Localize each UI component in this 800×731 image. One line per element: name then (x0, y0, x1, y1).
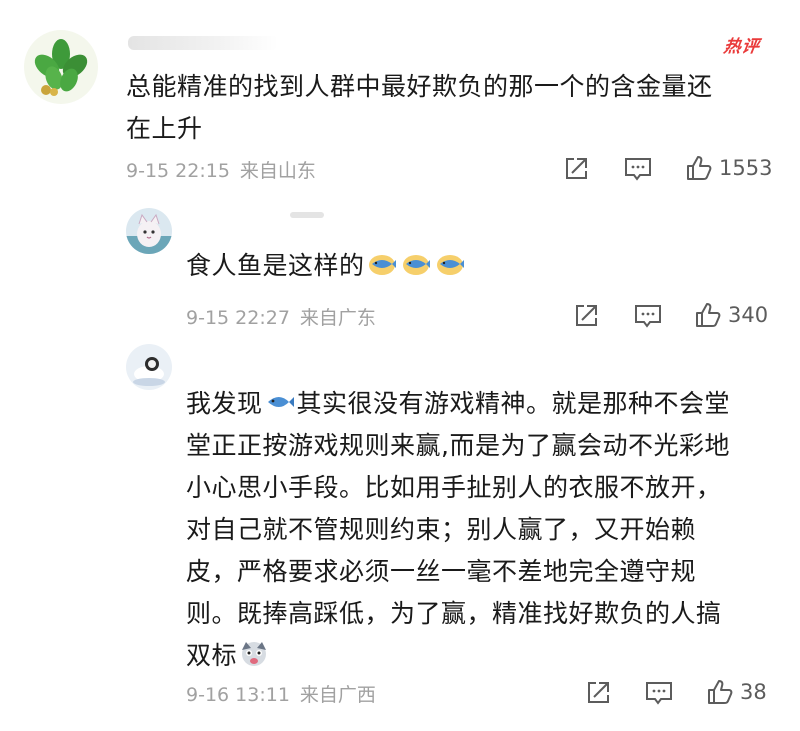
like-count: 340 (728, 303, 769, 327)
comment-meta: 9-15 22:27 来自广东 (186, 303, 386, 330)
comment-date: 9-15 22:27 (186, 307, 290, 329)
share-button[interactable] (584, 679, 612, 707)
comment-date: 9-16 13:11 (186, 684, 290, 706)
share-icon (566, 158, 587, 179)
user-avatar-leaf[interactable] (24, 30, 98, 104)
reply-button[interactable] (645, 679, 673, 707)
reply-button[interactable] (624, 155, 652, 183)
comment-icon (635, 305, 661, 328)
comment-text: 食人鱼是这样的 (186, 245, 467, 287)
praying-hands-fish-emoji (433, 251, 467, 280)
praying-hands-fish-emoji (399, 251, 433, 280)
comment-text-line: 堂正正按游戏规则来赢,而是为了赢会动不光彩地 (186, 431, 730, 460)
comment-text-line: 总能精准的找到人群中最好欺负的那一个的含金量还 (126, 72, 713, 101)
username-blurred[interactable] (290, 212, 324, 218)
fish-emoji (263, 389, 297, 418)
praying-hands-fish-emoji (365, 251, 399, 280)
share-button[interactable] (572, 302, 600, 330)
hot-comment-badge: 热评 (722, 37, 762, 57)
user-avatar-dog[interactable] (126, 344, 172, 390)
share-icon (576, 305, 597, 326)
user-avatar-cat[interactable] (126, 208, 172, 254)
share-icon (588, 682, 609, 703)
comment-text-line: 食人鱼是这样的 (186, 251, 365, 280)
like-count: 38 (740, 680, 767, 704)
comment-meta: 9-16 13:11 来自广西 (186, 680, 386, 707)
username-blurred[interactable] (128, 36, 278, 50)
comment-meta: 9-15 22:15 来自山东 (126, 156, 326, 183)
thumbs-up-icon (708, 680, 733, 704)
like-button[interactable]: 1553 (685, 153, 772, 183)
comment-location: 来自广西 (299, 684, 376, 706)
cat-avatar-icon (126, 213, 172, 254)
comment-text-line: 对自己就不管规则约束；别人赢了，又开始赖 (186, 515, 697, 544)
dog-avatar-icon (133, 357, 165, 386)
dog-face-emoji (237, 641, 271, 670)
comment-date: 9-15 22:15 (126, 160, 230, 182)
comment-text-line: 小心思小手段。比如用手扯别人的衣服不放开， (186, 473, 722, 502)
comment-icon (646, 682, 672, 705)
comment-text: 我发现 其实很没有游戏精神。就是那种不会堂 堂正正按游戏规则来赢,而是为了赢会动不… (186, 383, 776, 677)
thumbs-up-icon (696, 303, 721, 327)
like-button[interactable]: 340 (694, 300, 768, 330)
like-button[interactable]: 38 (706, 677, 767, 707)
reply-button[interactable] (634, 302, 662, 330)
comment-text-line: 双标 (186, 641, 238, 670)
like-count: 1553 (719, 156, 773, 180)
comment-text-line: 皮，严格要求必须一丝一毫不差地完全遵守规 (186, 557, 697, 586)
comment-text: 总能精准的找到人群中最好欺负的那一个的含金量还 在上升 (126, 66, 766, 150)
comment-location: 来自广东 (299, 307, 376, 329)
share-button[interactable] (562, 155, 590, 183)
comment-location: 来自山东 (239, 160, 316, 182)
leaf-avatar-icon (34, 39, 88, 96)
comment-text-line: 则。既捧高踩低，为了赢，精准找好欺负的人搞 (186, 599, 722, 628)
comment-text-line: 在上升 (126, 114, 203, 143)
comment-text-line: 其实很没有游戏精神。就是那种不会堂 (296, 389, 731, 418)
thumbs-up-icon (687, 156, 712, 180)
comment-text-line: 我发现 (186, 389, 263, 418)
comment-icon (625, 158, 651, 181)
